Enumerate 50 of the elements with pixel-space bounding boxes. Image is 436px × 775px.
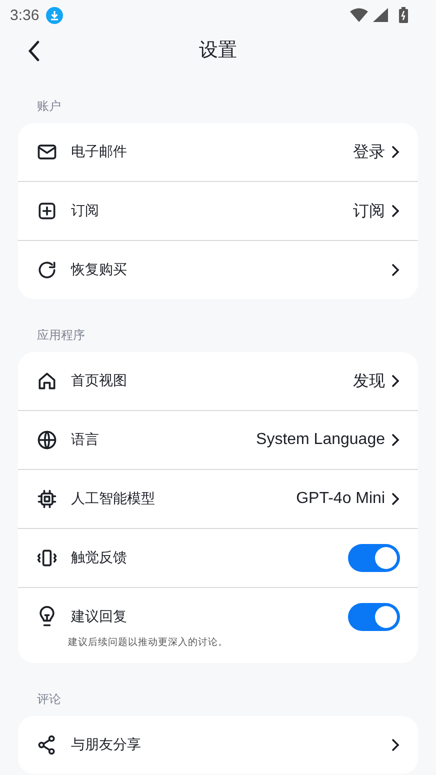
row-label: 触觉反馈 [71,549,127,567]
settings-row[interactable]: 建议回复 建议后续问题以推动更深入的讨论。 [18,587,418,663]
section-label: 账户 [36,98,62,115]
row-value: GPT-4o Mini [296,490,385,508]
row-label: 语言 [71,431,99,449]
signal-icon [373,8,388,22]
row-label: 恢复购买 [71,261,127,279]
chevron-right-icon [391,263,400,277]
row-value: 发现 [353,372,385,392]
row-label: 首页视图 [71,372,127,390]
row-value: 登录 [353,142,385,162]
section-label: 评论 [36,691,62,708]
vibrating-phone-icon [36,547,58,569]
chevron-right-icon [391,145,400,159]
chevron-right-icon [391,204,400,218]
chevron-right-icon [391,492,400,506]
home-icon [36,370,58,392]
chevron-right-icon [391,433,400,447]
share-icon [36,734,58,756]
settings-row[interactable]: 电子邮件 登录 [18,123,418,181]
chip-icon [36,488,58,510]
row-value: System Language [256,431,385,449]
row-label: 订阅 [71,202,99,220]
chevron-right-icon [391,738,400,752]
globe-icon [36,429,58,451]
toggle-switch[interactable] [348,603,400,631]
refresh-icon [36,259,58,281]
settings-row[interactable]: 与朋友分享 [18,716,418,774]
battery-icon [399,7,408,23]
row-label: 人工智能模型 [71,490,155,508]
chevron-left-icon [27,40,41,62]
settings-row[interactable]: 首页视图 发现 [18,352,418,410]
settings-row[interactable]: 语言 System Language [18,410,418,469]
row-label: 建议回复 [71,608,127,626]
plus-square-icon [36,200,58,222]
hint-text: 建议后续问题以推动更深入的讨论。 [68,636,229,649]
settings-row[interactable]: 恢复购买 [18,240,418,299]
download-icon [46,6,64,24]
settings-row[interactable]: 订阅 订阅 [18,181,418,240]
page-title: 设置 [199,38,237,63]
chevron-right-icon [391,374,400,388]
row-label: 电子邮件 [71,143,127,161]
row-label: 与朋友分享 [71,736,141,754]
row-value: 订阅 [353,202,385,222]
toggle-switch[interactable] [348,544,400,572]
section-label: 应用程序 [36,327,86,344]
settings-row[interactable]: 触觉反馈 [18,528,418,587]
settings-row[interactable]: 人工智能模型 GPT-4o Mini [18,469,418,528]
wifi-icon [350,8,368,22]
clock-time: 3:36 [10,6,40,24]
